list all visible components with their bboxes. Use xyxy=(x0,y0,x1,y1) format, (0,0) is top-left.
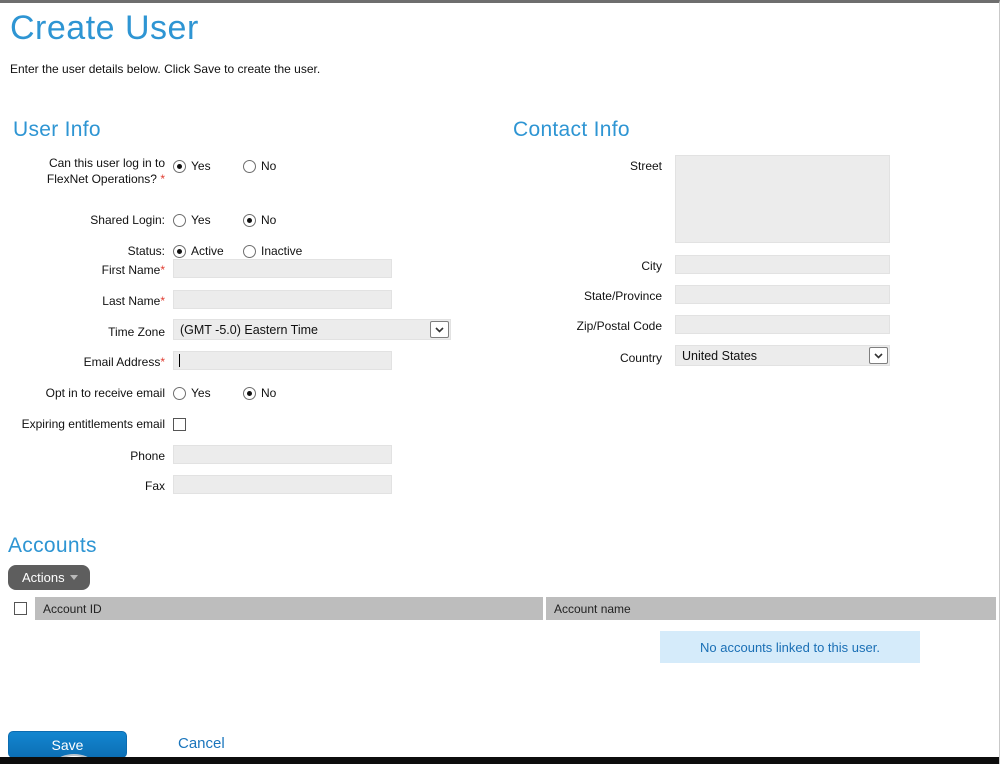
no-accounts-message: No accounts linked to this user. xyxy=(660,631,920,663)
expiring-entitlements-label: Expiring entitlements email xyxy=(10,416,165,432)
status-label: Status: xyxy=(10,243,165,259)
radio-checked-icon[interactable] xyxy=(173,245,186,258)
opt-in-label: Opt in to receive email xyxy=(10,385,165,401)
select-all-cell xyxy=(8,597,32,620)
cancel-link[interactable]: Cancel xyxy=(178,735,225,752)
country-label: Country xyxy=(513,350,662,366)
radio-checked-icon[interactable] xyxy=(173,160,186,173)
country-row: Country United States xyxy=(513,345,995,366)
login-yes-option[interactable]: Yes xyxy=(173,159,243,173)
status-radio-group: Active Inactive xyxy=(173,244,313,258)
last-name-label: Last Name* xyxy=(10,293,165,309)
login-question-row: Can this user log in to FlexNet Operatio… xyxy=(10,155,492,187)
first-name-label: First Name* xyxy=(10,262,165,278)
radio-unchecked-icon[interactable] xyxy=(173,387,186,400)
required-asterisk: * xyxy=(160,172,165,186)
time-zone-row: Time Zone (GMT -5.0) Eastern Time xyxy=(10,319,492,340)
zip-postal-label: Zip/Postal Code xyxy=(513,318,662,334)
country-select[interactable]: United States xyxy=(675,345,890,366)
radio-checked-icon[interactable] xyxy=(243,214,256,227)
opt-in-radio-group: Yes No xyxy=(173,386,313,400)
select-all-checkbox[interactable] xyxy=(14,602,27,615)
user-info-heading: User Info xyxy=(13,118,101,142)
status-active-option[interactable]: Active xyxy=(173,244,243,258)
email-label: Email Address* xyxy=(10,354,165,370)
email-row: Email Address* xyxy=(10,351,492,370)
zip-postal-row: Zip/Postal Code xyxy=(513,315,995,334)
phone-label: Phone xyxy=(10,448,165,464)
opt-in-row: Opt in to receive email Yes No xyxy=(10,385,492,401)
city-row: City xyxy=(513,255,995,274)
phone-input[interactable] xyxy=(173,445,392,464)
shared-login-no-option[interactable]: No xyxy=(243,213,313,227)
status-inactive-option[interactable]: Inactive xyxy=(243,244,313,258)
radio-unchecked-icon[interactable] xyxy=(243,245,256,258)
column-header-account-name: Account name xyxy=(546,597,996,620)
status-row: Status: Active Inactive xyxy=(10,243,492,259)
login-question-label: Can this user log in to FlexNet Operatio… xyxy=(10,155,165,187)
first-name-row: First Name* xyxy=(10,259,492,278)
caret-down-icon xyxy=(70,575,78,580)
shared-login-row: Shared Login: Yes No xyxy=(10,212,492,228)
required-asterisk: * xyxy=(160,263,165,277)
state-province-row: State/Province xyxy=(513,285,995,304)
fax-label: Fax xyxy=(10,478,165,494)
radio-checked-icon[interactable] xyxy=(243,387,256,400)
actions-button[interactable]: Actions xyxy=(8,565,90,590)
country-selected-value: United States xyxy=(676,349,757,363)
login-no-option[interactable]: No xyxy=(243,159,313,173)
chevron-down-icon[interactable] xyxy=(430,321,449,338)
street-row: Street xyxy=(513,155,995,243)
state-province-label: State/Province xyxy=(513,288,662,304)
first-name-input[interactable] xyxy=(173,259,392,278)
radio-unchecked-icon[interactable] xyxy=(173,214,186,227)
opt-in-yes-option[interactable]: Yes xyxy=(173,386,243,400)
time-zone-selected-value: (GMT -5.0) Eastern Time xyxy=(174,323,318,337)
accounts-table-header: Account ID Account name xyxy=(8,597,996,620)
time-zone-select[interactable]: (GMT -5.0) Eastern Time xyxy=(173,319,451,340)
bottom-bar xyxy=(0,757,999,764)
last-name-input[interactable] xyxy=(173,290,392,309)
fax-row: Fax xyxy=(10,475,492,494)
column-header-account-id: Account ID xyxy=(35,597,543,620)
chevron-down-icon[interactable] xyxy=(869,347,888,364)
street-textarea[interactable] xyxy=(675,155,890,243)
radio-unchecked-icon[interactable] xyxy=(243,160,256,173)
contact-info-heading: Contact Info xyxy=(513,118,630,142)
accounts-heading: Accounts xyxy=(8,534,97,558)
fax-input[interactable] xyxy=(173,475,392,494)
city-label: City xyxy=(513,258,662,274)
shared-login-label: Shared Login: xyxy=(10,212,165,228)
text-caret xyxy=(179,354,180,367)
phone-row: Phone xyxy=(10,445,492,464)
page-subtitle: Enter the user details below. Click Save… xyxy=(10,62,320,76)
last-name-row: Last Name* xyxy=(10,290,492,309)
login-radio-group: Yes No xyxy=(173,159,313,173)
expiring-entitlements-checkbox[interactable] xyxy=(173,418,186,431)
state-province-input[interactable] xyxy=(675,285,890,304)
shared-login-yes-option[interactable]: Yes xyxy=(173,213,243,227)
time-zone-label: Time Zone xyxy=(10,324,165,340)
required-asterisk: * xyxy=(160,355,165,369)
create-user-page: Create User Enter the user details below… xyxy=(0,0,1000,764)
expiring-entitlements-row: Expiring entitlements email xyxy=(10,416,492,432)
city-input[interactable] xyxy=(675,255,890,274)
page-title: Create User xyxy=(10,9,199,48)
opt-in-no-option[interactable]: No xyxy=(243,386,313,400)
shared-login-radio-group: Yes No xyxy=(173,213,313,227)
zip-postal-input[interactable] xyxy=(675,315,890,334)
required-asterisk: * xyxy=(160,294,165,308)
street-label: Street xyxy=(513,158,662,174)
email-input[interactable] xyxy=(173,351,392,370)
